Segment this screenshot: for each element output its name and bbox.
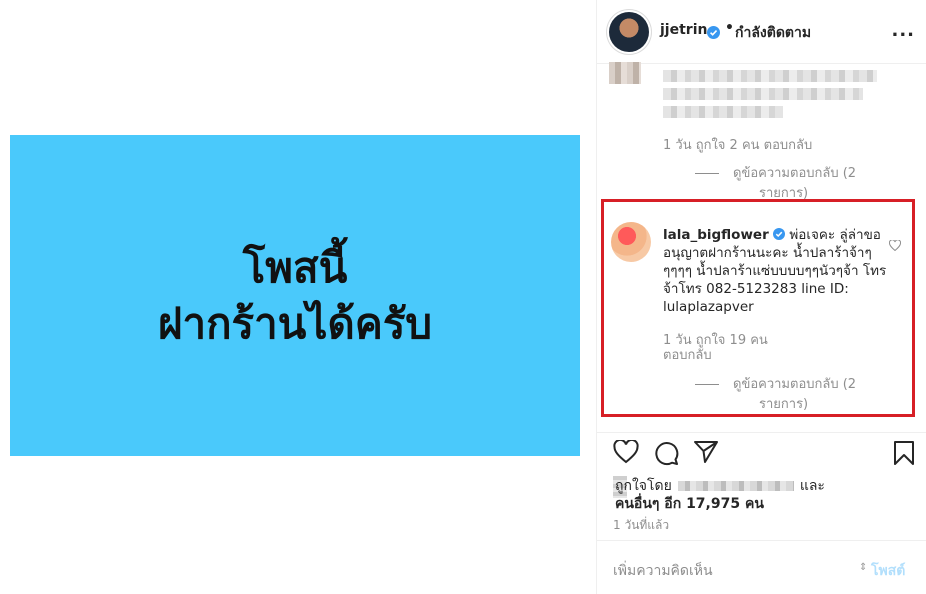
blurred-commenter-avatar [609,62,641,84]
replies-label-line-1: ดูข้อความตอบกลับ (2 [733,166,857,181]
verified-badge-icon [773,228,786,240]
blurred-comment-text [663,88,863,100]
commenter-username[interactable]: lala_bigflower [663,227,769,243]
post-comment-button[interactable]: โพสต์ [871,560,905,582]
replies-label-line-1: ดูข้อความตอบกลับ (2 [733,377,857,392]
media-pane: โพสนี้ ฝากร้านได้ครับ [0,0,596,594]
author-username[interactable]: jjetrin [660,22,707,38]
share-send-icon[interactable] [693,440,719,468]
likes-count[interactable]: คนอื่นๆ อีก 17,975 คน [615,493,764,515]
save-bookmark-icon[interactable] [893,440,915,470]
replies-divider [695,173,719,174]
instagram-post-view: โพสนี้ ฝากร้านได้ครับ jjetrin • กำลังติด… [0,0,926,594]
cursor-icon: ⇕ [859,562,868,573]
post-image[interactable]: โพสนี้ ฝากร้านได้ครับ [10,135,580,456]
replies-label-line-2: รายการ) [759,397,809,412]
like-heart-icon[interactable] [613,438,639,468]
header-separator-dot: • [725,20,734,36]
comment-1-view-replies[interactable]: ดูข้อความตอบกลับ (2 รายการ) [695,164,856,204]
post-timestamp[interactable]: 1 วันที่แล้ว [613,516,669,535]
verified-badge-icon [707,24,720,43]
replies-divider [695,384,719,385]
comment-like-icon[interactable] [888,236,902,255]
liker-username-blurred[interactable] [677,481,794,491]
comment-2-body: lala_bigflower พ่อเจคะ ลู่ล่าขออนุญาตฝาก… [663,226,887,316]
post-image-text-line-2: ฝากร้านได้ครับ [157,298,433,348]
post-header: jjetrin • กำลังติดตาม ... [597,0,926,64]
commenter-avatar[interactable] [611,222,651,262]
author-avatar[interactable] [609,12,649,52]
post-image-text-line-1: โพสนี้ [242,242,348,292]
post-side-panel: jjetrin • กำลังติดตาม ... 1 วัน ถูกใจ 2 … [596,0,926,594]
liked-by-label: ถูกใจโดย [615,478,672,494]
actions-divider [597,432,926,433]
comment-bubble-icon[interactable] [653,440,679,470]
follow-status-button[interactable]: กำลังติดตาม [735,22,811,44]
more-options-icon[interactable]: ... [891,20,915,41]
blurred-comment-text [663,106,783,118]
add-comment-input[interactable]: เพิ่มความคิดเห็น [613,560,713,582]
comment-2-reply-button[interactable]: ตอบกลับ [663,344,712,365]
comment-1-meta[interactable]: 1 วัน ถูกใจ 2 คน ตอบกลับ [663,134,812,155]
likes-and-label: และ [799,478,825,494]
blurred-comment-text [663,70,877,82]
comment-2-view-replies[interactable]: ดูข้อความตอบกลับ (2 รายการ) [695,375,856,415]
